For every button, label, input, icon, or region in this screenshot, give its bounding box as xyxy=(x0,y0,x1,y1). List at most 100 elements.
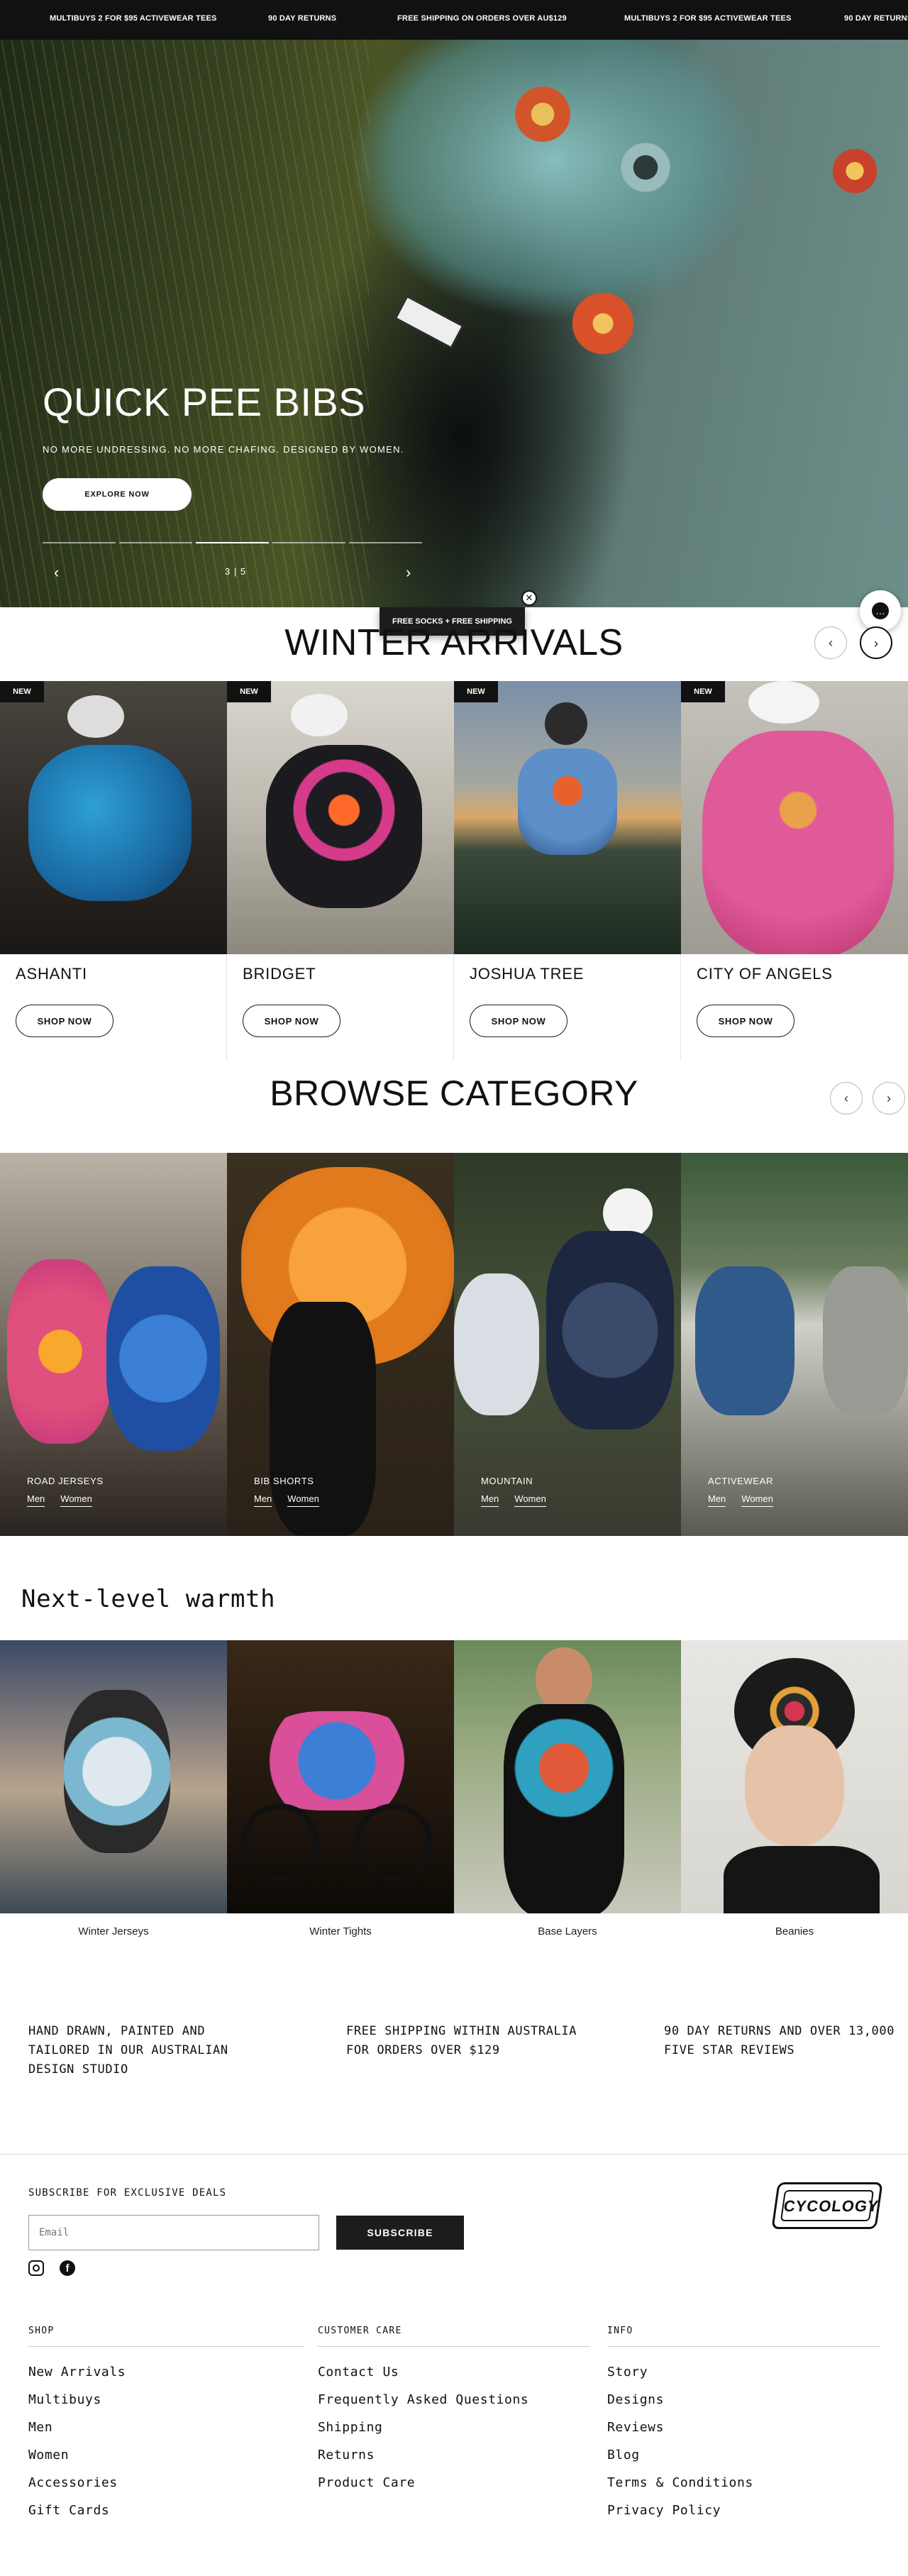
product-card[interactable]: NEW CITY OF ANGELS SHOP NOW xyxy=(681,681,908,1061)
product-image[interactable] xyxy=(681,681,908,954)
category-men-link[interactable]: Men xyxy=(27,1493,45,1507)
footer-link[interactable]: Multibuys xyxy=(28,2392,101,2407)
announcement-item[interactable]: FREE SHIPPING ON ORDERS OVER AU$129 xyxy=(397,14,567,23)
announcement-item[interactable]: MULTIBUYS 2 FOR $95 ACTIVEWEAR TEES xyxy=(624,14,792,23)
announcement-bar: MULTIBUYS 2 FOR $95 ACTIVEWEAR TEES 90 D… xyxy=(0,0,908,40)
category-women-link[interactable]: Women xyxy=(287,1493,319,1507)
category-card-road-jerseys[interactable]: ROAD JERSEYS Men Women xyxy=(0,1153,227,1536)
category-label[interactable]: ROAD JERSEYS xyxy=(27,1476,104,1486)
facebook-icon[interactable]: f xyxy=(60,2260,75,2276)
product-card[interactable]: NEW ASHANTI SHOP NOW xyxy=(0,681,227,1061)
explore-now-button[interactable]: EXPLORE NOW xyxy=(43,478,192,511)
instagram-icon[interactable] xyxy=(28,2260,44,2276)
cycology-logo[interactable]: CYCOLOGY xyxy=(771,2182,883,2229)
footer-link[interactable]: Privacy Policy xyxy=(607,2503,721,2518)
footer-heading-info: INFO xyxy=(607,2326,633,2336)
hero-prev-arrow-icon[interactable]: ‹ xyxy=(54,563,59,582)
slide-indicator[interactable] xyxy=(349,542,422,543)
warmth-card[interactable] xyxy=(227,1640,454,1913)
product-name[interactable]: ASHANTI xyxy=(16,965,87,983)
product-image[interactable] xyxy=(454,681,681,954)
product-image[interactable] xyxy=(227,681,454,954)
footer-link[interactable]: Men xyxy=(28,2420,52,2435)
hero-decoration xyxy=(830,146,880,196)
footer-link[interactable]: Accessories xyxy=(28,2475,118,2490)
browse-next-arrow-icon[interactable]: › xyxy=(873,1082,905,1115)
announcement-item[interactable]: 90 DAY RETURNS xyxy=(844,14,908,23)
shop-now-button[interactable]: SHOP NOW xyxy=(470,1005,568,1037)
category-men-link[interactable]: Men xyxy=(254,1493,272,1507)
new-badge: NEW xyxy=(0,681,44,702)
slide-indicator-active[interactable] xyxy=(196,542,269,543)
category-women-link[interactable]: Women xyxy=(514,1493,546,1507)
warmth-card[interactable] xyxy=(681,1640,908,1913)
product-name[interactable]: CITY OF ANGELS xyxy=(697,965,833,983)
winter-arrivals-title: WINTER ARRIVALS xyxy=(284,622,624,663)
winter-prev-arrow-icon[interactable]: ‹ xyxy=(814,626,847,659)
warmth-label[interactable]: Winter Jerseys xyxy=(0,1925,227,1937)
product-card[interactable]: NEW BRIDGET SHOP NOW xyxy=(227,681,454,1061)
product-card[interactable]: NEW JOSHUA TREE SHOP NOW xyxy=(454,681,681,1061)
footer-link[interactable]: Designs xyxy=(607,2392,664,2407)
warmth-label[interactable]: Winter Tights xyxy=(227,1925,454,1937)
warmth-card[interactable] xyxy=(454,1640,681,1913)
category-women-link[interactable]: Women xyxy=(741,1493,773,1507)
shop-now-button[interactable]: SHOP NOW xyxy=(697,1005,794,1037)
category-label[interactable]: MOUNTAIN xyxy=(481,1476,533,1486)
hero-logo-patch xyxy=(394,295,464,349)
slide-indicator[interactable] xyxy=(272,542,345,543)
hero-decoration xyxy=(617,139,674,196)
new-badge: NEW xyxy=(454,681,498,702)
footer-link[interactable]: Blog xyxy=(607,2448,640,2462)
slide-counter: 3 | 5 xyxy=(225,566,247,577)
category-card-activewear[interactable]: ACTIVEWEAR Men Women xyxy=(681,1153,908,1536)
footer-divider xyxy=(0,2154,908,2155)
shoulder-shape xyxy=(724,1846,880,1913)
announcement-item[interactable]: 90 DAY RETURNS xyxy=(268,14,336,23)
hero-next-arrow-icon[interactable]: › xyxy=(406,563,411,582)
close-icon[interactable]: ✕ xyxy=(521,590,537,606)
jersey-shape xyxy=(266,745,422,908)
product-image[interactable] xyxy=(0,681,227,954)
footer-link[interactable]: Gift Cards xyxy=(28,2503,109,2518)
footer-link[interactable]: Frequently Asked Questions xyxy=(318,2392,528,2407)
hero-decoration xyxy=(568,288,638,359)
subscribe-button[interactable]: SUBSCRIBE xyxy=(336,2216,464,2250)
footer-link[interactable]: Reviews xyxy=(607,2420,664,2435)
footer-link[interactable]: Terms & Conditions xyxy=(607,2475,753,2490)
email-field[interactable] xyxy=(28,2215,319,2250)
footer-link[interactable]: Shipping xyxy=(318,2420,383,2435)
footer-link[interactable]: Women xyxy=(28,2448,69,2462)
category-label[interactable]: BIB SHORTS xyxy=(254,1476,314,1486)
slide-indicator[interactable] xyxy=(119,542,192,543)
warmth-label[interactable]: Base Layers xyxy=(454,1925,681,1937)
shop-now-button[interactable]: SHOP NOW xyxy=(243,1005,340,1037)
product-name[interactable]: JOSHUA TREE xyxy=(470,965,584,983)
footer-link[interactable]: Contact Us xyxy=(318,2365,399,2379)
footer-link[interactable]: Product Care xyxy=(318,2475,415,2490)
winter-next-arrow-icon[interactable]: › xyxy=(860,626,892,659)
jersey-shape xyxy=(28,745,192,901)
product-name[interactable]: BRIDGET xyxy=(243,965,316,983)
category-men-link[interactable]: Men xyxy=(708,1493,726,1507)
category-women-link[interactable]: Women xyxy=(60,1493,92,1507)
slide-indicator[interactable] xyxy=(43,542,116,543)
footer-link[interactable]: Story xyxy=(607,2365,648,2379)
category-card-bib-shorts[interactable]: BIB SHORTS Men Women xyxy=(227,1153,454,1536)
jersey-shape xyxy=(518,748,617,855)
tee-shape xyxy=(823,1266,908,1415)
category-men-link[interactable]: Men xyxy=(481,1493,499,1507)
shop-now-button[interactable]: SHOP NOW xyxy=(16,1005,114,1037)
tee-shape xyxy=(695,1266,794,1415)
rider-shape xyxy=(106,1266,220,1451)
announcement-item[interactable]: MULTIBUYS 2 FOR $95 ACTIVEWEAR TEES xyxy=(50,14,217,23)
warmth-label[interactable]: Beanies xyxy=(681,1925,908,1937)
category-label[interactable]: ACTIVEWEAR xyxy=(708,1476,773,1486)
footer-column-divider xyxy=(318,2346,590,2347)
browse-prev-arrow-icon[interactable]: ‹ xyxy=(830,1082,863,1115)
warmth-card[interactable] xyxy=(0,1640,227,1913)
helmet-shape xyxy=(748,681,819,724)
category-card-mountain[interactable]: MOUNTAIN Men Women xyxy=(454,1153,681,1536)
footer-link[interactable]: New Arrivals xyxy=(28,2365,126,2379)
footer-link[interactable]: Returns xyxy=(318,2448,375,2462)
